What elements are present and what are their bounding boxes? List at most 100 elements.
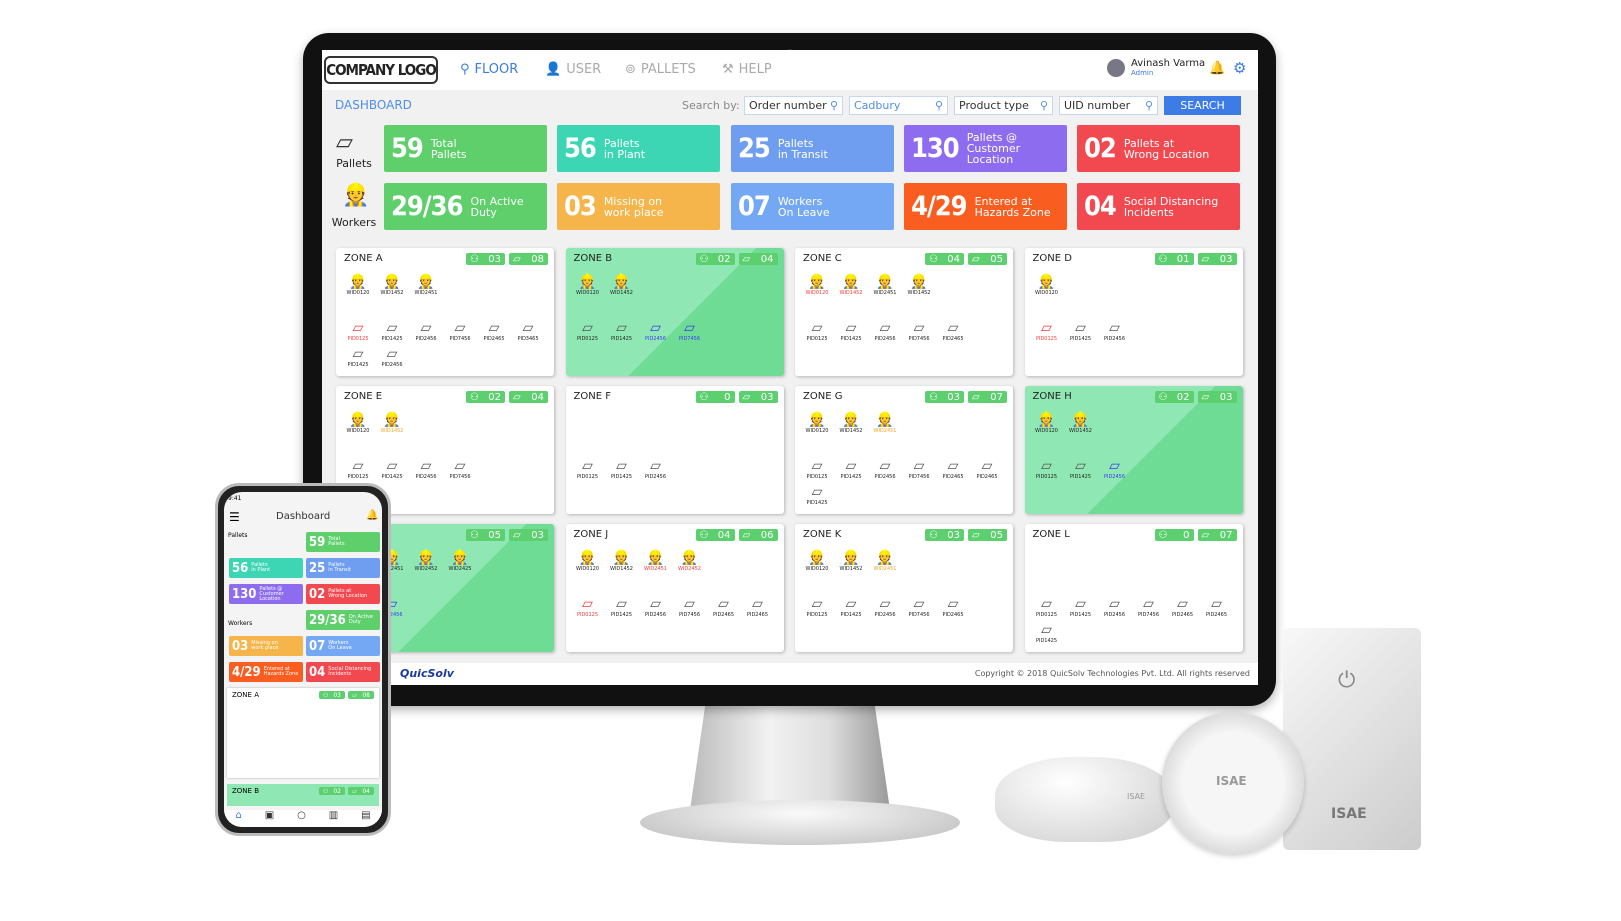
pallet-item[interactable]: ▱PID1425 — [837, 320, 865, 342]
pallet-item[interactable]: ▱ PID7456 — [446, 320, 474, 342]
menu-icon[interactable]: ☰ — [229, 510, 240, 524]
pallet-item[interactable]: ▱ PID3465 — [514, 320, 542, 342]
company-logo[interactable]: COMPANY LOGO — [324, 56, 438, 84]
pallet-item[interactable]: ▱PID1425 — [1033, 622, 1061, 644]
stat-card-workers[interactable]: 04 Social Distancing Incidents — [1077, 183, 1240, 230]
pallet-item[interactable]: ▱ PID2456 — [642, 320, 670, 342]
pallet-item[interactable]: ▱ PID2456 — [642, 596, 670, 618]
brand-input[interactable]: Cadbury ⚲ — [849, 96, 948, 115]
worker-item[interactable]: 👷WID1452 — [905, 274, 933, 296]
stat-card-workers[interactable]: 03 Missing on work place — [557, 183, 720, 230]
pallet-item[interactable]: ▱ PID2465 — [1169, 596, 1197, 618]
phone-stat-card[interactable]: 07 Workers On Leave — [306, 636, 380, 656]
pallet-item[interactable]: ▱ PID7456 — [446, 458, 474, 480]
pallet-item[interactable]: ▱ PID2465 — [939, 596, 967, 618]
worker-item[interactable]: 👷 WID0120 — [803, 412, 831, 434]
pallet-item[interactable]: ▱PID1425 — [1067, 320, 1095, 342]
worker-item[interactable]: 👷WID1452 — [1067, 412, 1095, 434]
phone-stat-card[interactable]: 130 Pallets @ Customer Location — [229, 584, 303, 604]
worker-item[interactable]: 👷WID1452 — [378, 412, 406, 434]
stat-card-workers[interactable]: 29/36 On Active Duty — [384, 183, 547, 230]
scan-icon[interactable]: ○ — [297, 810, 306, 827]
worker-item[interactable]: 👷 WID2451 — [871, 412, 899, 434]
pallet-item[interactable]: ▱ PID2465 — [973, 458, 1001, 480]
worker-item[interactable]: 👷 WID2452 — [676, 550, 704, 572]
worker-item[interactable]: 👷 WID0120 — [344, 412, 372, 434]
stat-card-pallets[interactable]: 25 Pallets in Transit — [731, 125, 894, 172]
uid-number-input[interactable]: UID number ⚲ — [1059, 96, 1158, 115]
zone-card[interactable]: ZONE F ⚇ 0 ▱ 03 ▱ PID0125 ▱ PID1425 ▱ PID2456 — [565, 386, 784, 514]
zone-card[interactable]: ZONE K ⚇ 03 ▱ 05 👷 WID0120 👷 WID1452 👷 WID2451 ▱ PID… — [795, 524, 1013, 652]
pallet-item[interactable]: ▱ PID2456 — [412, 458, 440, 480]
nav-user[interactable]: 👤 USER — [545, 62, 601, 77]
nav-pallets[interactable]: ⊚ PALLETS — [625, 62, 696, 77]
home-icon[interactable]: ⌂ — [235, 810, 241, 827]
gear-icon[interactable]: ⚙ — [1233, 59, 1246, 77]
pallet-item[interactable]: ▱PID1425 — [837, 596, 865, 618]
pallet-item[interactable]: ▱PID1425 — [608, 320, 636, 342]
worker-item[interactable]: 👷WID1452 — [608, 274, 636, 296]
pallet-item[interactable]: ▱PID1425 — [837, 458, 865, 480]
phone-stat-card[interactable]: 04 Social Distancing Incidents — [306, 662, 380, 682]
pallet-item[interactable]: ▱PID1425 — [378, 320, 406, 342]
stat-card-pallets[interactable]: 130 Pallets @ Customer Location — [904, 125, 1067, 172]
worker-item[interactable]: 👷WID1452 — [378, 274, 406, 296]
worker-item[interactable]: 👷 WID0120 — [803, 274, 831, 296]
worker-item[interactable]: 👷WID1452 — [837, 274, 865, 296]
pallet-item[interactable]: ▱ PID2456 — [1101, 320, 1129, 342]
pallet-item[interactable]: ▱ PID2456 — [642, 458, 670, 480]
pallet-item[interactable]: ▱ PID0125 — [803, 458, 831, 480]
worker-item[interactable]: 👷 WID0120 — [1033, 274, 1061, 296]
pallet-item[interactable]: ▱ PID2456 — [871, 596, 899, 618]
pallet-item[interactable]: ▱ PID0125 — [1033, 596, 1061, 618]
bell-icon[interactable]: 🔔 — [1209, 61, 1225, 76]
pallet-item[interactable]: ▱ PID2456 — [378, 346, 406, 368]
stat-card-pallets[interactable]: 02 Pallets at Wrong Location — [1077, 125, 1240, 172]
pallet-item[interactable]: ▱ PID0125 — [803, 596, 831, 618]
worker-item[interactable]: 👷 WID2452 — [412, 550, 440, 572]
phone-zone-card[interactable]: ZONE A ⚇ 03 ▱ 08 — [227, 688, 379, 778]
pallet-item[interactable]: ▱PID1425 — [1067, 596, 1095, 618]
report-icon[interactable]: ▤ — [361, 810, 370, 827]
stat-card-pallets[interactable]: 56 Pallets in Plant — [557, 125, 720, 172]
pallet-item[interactable]: ▱ PID0125 — [1033, 320, 1061, 342]
worker-item[interactable]: 👷 WID0120 — [344, 274, 372, 296]
worker-item[interactable]: 👷 WID2451 — [871, 550, 899, 572]
pallets-icon[interactable]: ▣ — [265, 810, 274, 827]
worker-item[interactable]: 👷 WID2451 — [642, 550, 670, 572]
pallet-item[interactable]: ▱ PID2456 — [1101, 596, 1129, 618]
pallet-item[interactable]: ▱PID1425 — [803, 484, 831, 506]
search-button[interactable]: SEARCH — [1164, 96, 1241, 115]
pallet-item[interactable]: ▱ PID7456 — [1135, 596, 1163, 618]
pallet-item[interactable]: ▱ PID0125 — [574, 320, 602, 342]
phone-stat-card[interactable]: 29/36 On Active Duty — [306, 610, 380, 630]
worker-item[interactable]: 👷 WID0120 — [574, 274, 602, 296]
phone-stat-card[interactable]: 59 Total Pallets — [306, 532, 380, 552]
pallet-item[interactable]: ▱ PID0125 — [344, 320, 372, 342]
pallet-item[interactable]: ▱ PID7456 — [905, 458, 933, 480]
worker-item[interactable]: 👷WID1452 — [608, 550, 636, 572]
barcode-icon[interactable]: ▥ — [329, 810, 338, 827]
pallet-item[interactable]: ▱ PID0125 — [574, 458, 602, 480]
pallet-item[interactable]: ▱ PID0125 — [574, 596, 602, 618]
zone-card[interactable]: ZONE J ⚇ 04 ▱ 06 👷 WID0120 👷 WID1452 👷 WID2451 👷 WID… — [565, 524, 784, 652]
zone-card[interactable]: ZONE L ⚇ 0 ▱ 07 ▱ PID0125 ▱ PID1425 ▱ PID2456 ▱ PID7… — [1024, 524, 1243, 652]
order-number-input[interactable]: Order number ⚲ — [744, 96, 843, 115]
zone-card[interactable]: ZONE H ⚇ 02 ▱ 03 👷 WID0120 👷 WID1452 ▱ PID0125 ▱ PID… — [1024, 386, 1243, 514]
zone-card[interactable]: ZONE C ⚇ 04 ▱ 05 👷 WID0120 👷 WID1452 👷 WID2451 👷 WID… — [795, 248, 1013, 376]
pallet-item[interactable]: ▱ PID2456 — [1101, 458, 1129, 480]
zone-card[interactable]: ZONE B ⚇ 02 ▱ 04 👷 WID0120 👷 WID1452 ▱ PID0125 ▱ PID… — [565, 248, 784, 376]
pallet-item[interactable]: ▱ PID2465 — [939, 320, 967, 342]
worker-item[interactable]: 👷 WID0120 — [803, 550, 831, 572]
pallet-item[interactable]: ▱ PID7456 — [905, 596, 933, 618]
zone-card[interactable]: ZONE D ⚇ 01 ▱ 03 👷 WID0120 ▱ PID0125 ▱ PID1425 ▱ PID… — [1024, 248, 1243, 376]
pallet-item[interactable]: ▱ PID2465 — [480, 320, 508, 342]
worker-item[interactable]: 👷WID1452 — [837, 550, 865, 572]
phone-stat-card[interactable]: 56 Pallets in Plant — [229, 558, 303, 578]
pallet-item[interactable]: ▱PID1425 — [608, 458, 636, 480]
worker-item[interactable]: 👷 WID0120 — [574, 550, 602, 572]
pallet-item[interactable]: ▱PID1425 — [1067, 458, 1095, 480]
stat-card-pallets[interactable]: 59 Total Pallets — [384, 125, 547, 172]
pallet-item[interactable]: ▱ PID2465 — [1203, 596, 1231, 618]
worker-item[interactable]: 👷 WID0120 — [1033, 412, 1061, 434]
